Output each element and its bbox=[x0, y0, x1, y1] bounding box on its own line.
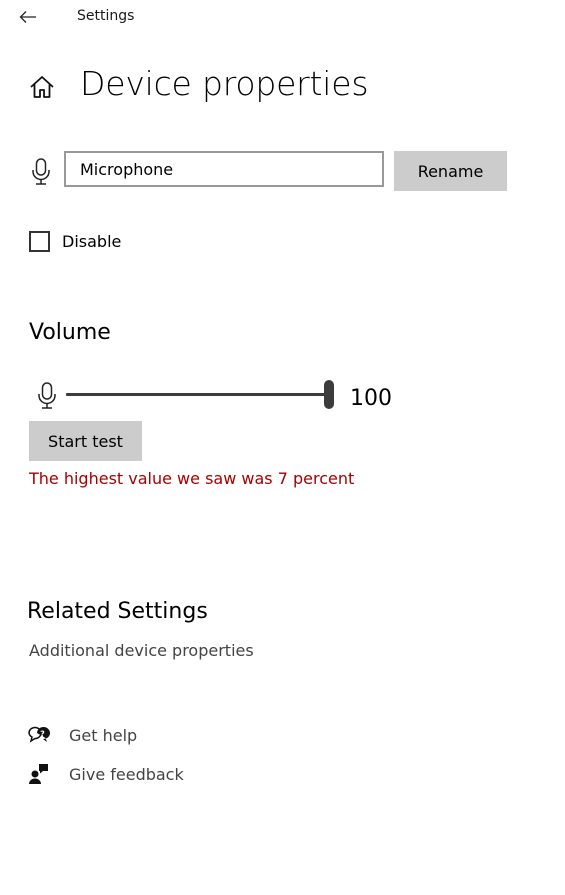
device-name-input[interactable] bbox=[64, 151, 384, 187]
microphone-icon bbox=[32, 158, 50, 185]
get-help-icon: ? bbox=[28, 724, 50, 746]
app-title: Settings bbox=[77, 8, 135, 24]
test-result-message: The highest value we saw was 7 percent bbox=[29, 469, 355, 488]
microphone-volume-icon bbox=[38, 382, 56, 409]
additional-device-properties-link[interactable]: Additional device properties bbox=[29, 641, 254, 660]
related-settings-title: Related Settings bbox=[27, 599, 208, 624]
home-icon[interactable] bbox=[29, 75, 55, 99]
get-help-link[interactable]: ? Get help bbox=[28, 723, 137, 747]
volume-slider-thumb[interactable] bbox=[324, 380, 334, 409]
disable-label: Disable bbox=[62, 231, 122, 251]
back-button[interactable] bbox=[14, 4, 42, 30]
svg-text:?: ? bbox=[40, 730, 45, 739]
title-bar: Settings bbox=[0, 0, 565, 34]
volume-section-title: Volume bbox=[29, 320, 111, 345]
back-arrow-icon bbox=[19, 11, 36, 23]
start-test-button[interactable]: Start test bbox=[29, 421, 142, 461]
give-feedback-label: Give feedback bbox=[69, 764, 184, 784]
settings-window: Settings Device properties Rename Disabl… bbox=[0, 0, 565, 895]
get-help-label: Get help bbox=[69, 725, 138, 745]
give-feedback-link[interactable]: Give feedback bbox=[28, 762, 184, 786]
disable-checkbox[interactable] bbox=[29, 230, 50, 252]
volume-slider-track[interactable] bbox=[66, 393, 334, 396]
give-feedback-icon bbox=[28, 763, 50, 785]
rename-button[interactable]: Rename bbox=[394, 151, 507, 191]
page-title: Device properties bbox=[80, 64, 369, 103]
volume-slider[interactable] bbox=[66, 380, 334, 410]
disable-checkbox-row[interactable]: Disable bbox=[29, 228, 121, 254]
volume-value: 100 bbox=[350, 386, 392, 411]
